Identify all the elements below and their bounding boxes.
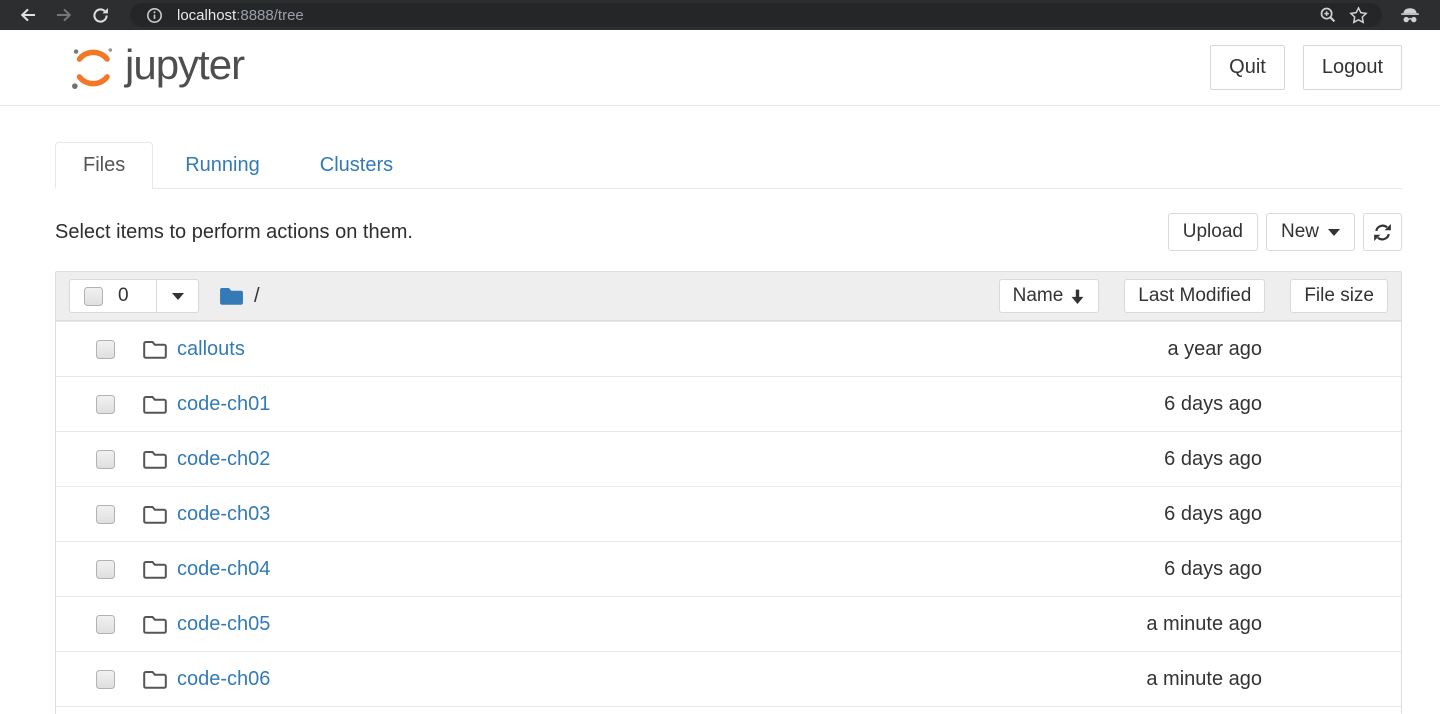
row-checkbox[interactable] xyxy=(96,505,115,524)
folder-icon xyxy=(142,394,168,415)
row-checkbox[interactable] xyxy=(96,615,115,634)
caret-down-icon xyxy=(172,293,184,300)
last-modified: a year ago xyxy=(1167,338,1262,361)
folder-link[interactable]: callouts xyxy=(177,338,245,361)
new-dropdown-button[interactable]: New xyxy=(1266,213,1355,251)
tab-clusters[interactable]: Clusters xyxy=(292,142,421,189)
table-row-partial xyxy=(56,706,1401,714)
jupyter-header: jupyter Quit Logout xyxy=(0,30,1440,106)
tab-running[interactable]: Running xyxy=(157,142,288,189)
table-row: code-ch05 a minute ago xyxy=(56,596,1401,651)
forward-icon[interactable] xyxy=(46,0,82,30)
bookmark-star-icon[interactable] xyxy=(1343,3,1373,27)
last-modified: a minute ago xyxy=(1146,668,1262,691)
sort-name-button[interactable]: Name xyxy=(999,279,1100,313)
table-row: code-ch06 a minute ago xyxy=(56,651,1401,706)
sort-file-size-button[interactable]: File size xyxy=(1290,279,1388,313)
logout-button[interactable]: Logout xyxy=(1303,45,1402,90)
table-row: code-ch04 6 days ago xyxy=(56,541,1401,596)
refresh-button[interactable] xyxy=(1363,213,1402,251)
row-checkbox[interactable] xyxy=(96,670,115,689)
back-icon[interactable] xyxy=(10,0,46,30)
upload-button[interactable]: Upload xyxy=(1168,213,1258,251)
folder-link[interactable]: code-ch02 xyxy=(177,448,270,471)
zoom-icon[interactable] xyxy=(1313,3,1343,27)
select-all-checkbox[interactable] xyxy=(84,287,103,306)
row-checkbox[interactable] xyxy=(96,450,115,469)
folder-link[interactable]: code-ch06 xyxy=(177,668,270,691)
folder-link[interactable]: code-ch04 xyxy=(177,558,270,581)
file-list: 0 / Name Last Modified xyxy=(55,271,1402,714)
last-modified: a minute ago xyxy=(1146,613,1262,636)
new-dropdown-label: New xyxy=(1281,221,1319,243)
last-modified: 6 days ago xyxy=(1164,393,1262,416)
folder-icon xyxy=(142,339,168,360)
table-row: code-ch03 6 days ago xyxy=(56,486,1401,541)
tab-bar: Files Running Clusters xyxy=(55,142,1402,189)
folder-link[interactable]: code-ch05 xyxy=(177,613,270,636)
row-checkbox[interactable] xyxy=(96,395,115,414)
url-host: localhost xyxy=(177,7,236,24)
sort-last-modified-button[interactable]: Last Modified xyxy=(1124,279,1265,313)
quit-button[interactable]: Quit xyxy=(1210,45,1285,90)
last-modified: 6 days ago xyxy=(1164,558,1262,581)
table-row: callouts a year ago xyxy=(56,321,1401,376)
browser-toolbar: localhost:8888/tree xyxy=(0,0,1440,30)
address-bar[interactable]: localhost:8888/tree xyxy=(130,3,1382,27)
folder-link[interactable]: code-ch01 xyxy=(177,393,270,416)
folder-icon xyxy=(142,559,168,580)
url-path: :8888/tree xyxy=(236,7,304,24)
folder-icon xyxy=(142,504,168,525)
table-row: code-ch02 6 days ago xyxy=(56,431,1401,486)
folder-icon xyxy=(142,669,168,690)
row-checkbox[interactable] xyxy=(96,560,115,579)
sort-name-label: Name xyxy=(1013,285,1064,307)
refresh-icon xyxy=(1373,223,1392,242)
breadcrumb-folder-icon[interactable] xyxy=(218,285,245,307)
main-content: Files Running Clusters Select items to p… xyxy=(55,142,1402,714)
breadcrumb-path[interactable]: / xyxy=(254,285,260,308)
actions-row: Select items to perform actions on them.… xyxy=(55,213,1402,251)
select-all-button-group: 0 xyxy=(69,279,199,313)
sort-arrow-down-icon xyxy=(1070,288,1085,305)
select-items-message: Select items to perform actions on them. xyxy=(55,221,413,244)
url-text[interactable]: localhost:8888/tree xyxy=(177,7,304,24)
sort-buttons: Name Last Modified File size xyxy=(999,279,1388,313)
info-icon[interactable] xyxy=(139,3,169,27)
reload-icon[interactable] xyxy=(82,0,118,30)
jupyter-logo[interactable]: jupyter xyxy=(70,44,244,92)
selected-count: 0 xyxy=(118,285,129,307)
tab-files[interactable]: Files xyxy=(55,142,153,189)
jupyter-logo-icon xyxy=(70,44,116,92)
actions-buttons: Upload New xyxy=(1168,213,1402,251)
folder-link[interactable]: code-ch03 xyxy=(177,503,270,526)
select-dropdown-button[interactable] xyxy=(157,280,198,312)
incognito-icon[interactable] xyxy=(1392,0,1428,30)
file-list-header: 0 / Name Last Modified xyxy=(56,272,1401,321)
select-all-button[interactable]: 0 xyxy=(70,280,157,312)
last-modified: 6 days ago xyxy=(1164,503,1262,526)
folder-icon xyxy=(142,614,168,635)
header-buttons: Quit Logout xyxy=(1210,45,1402,90)
folder-icon xyxy=(142,449,168,470)
last-modified: 6 days ago xyxy=(1164,448,1262,471)
row-checkbox[interactable] xyxy=(96,340,115,359)
breadcrumb: / xyxy=(218,285,260,308)
caret-down-icon xyxy=(1328,229,1340,236)
table-row: code-ch01 6 days ago xyxy=(56,376,1401,431)
jupyter-logo-text: jupyter xyxy=(125,44,244,92)
